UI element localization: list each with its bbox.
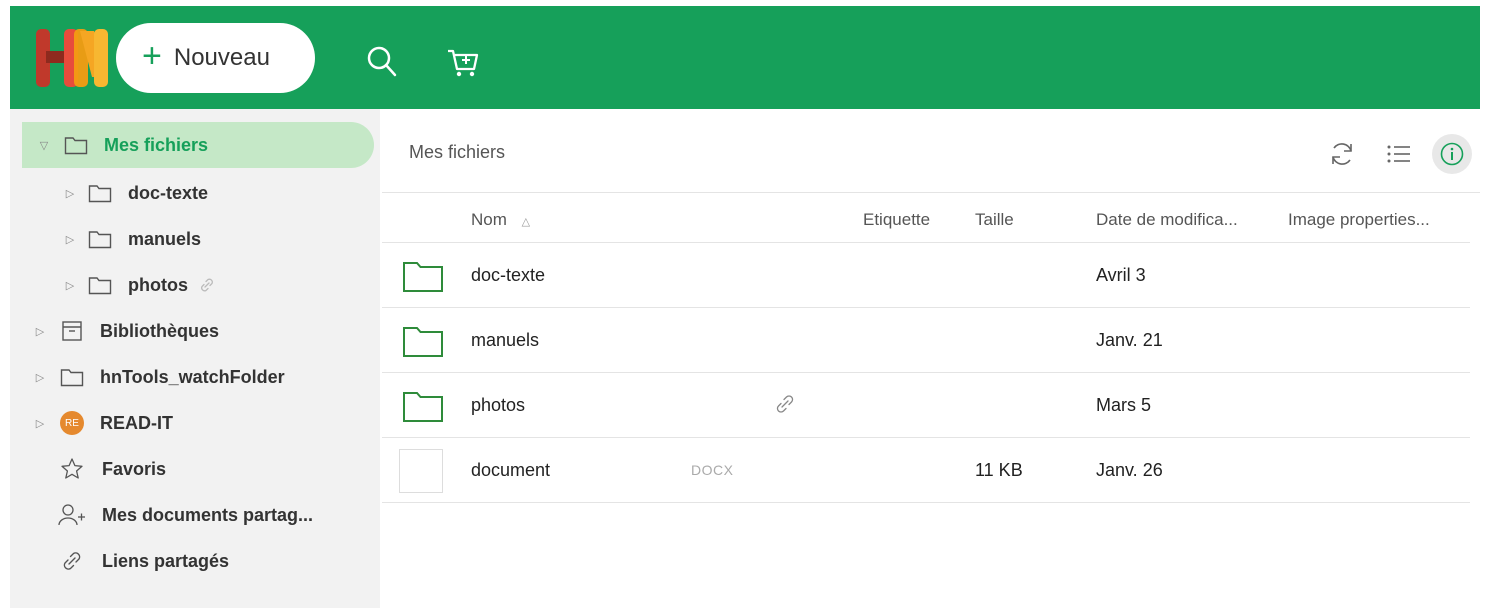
column-date[interactable]: Date de modifica... bbox=[1096, 210, 1238, 230]
column-image-properties[interactable]: Image properties... bbox=[1288, 210, 1430, 230]
sidebar-item-label: photos bbox=[128, 274, 188, 295]
chevron-down-icon[interactable]: ▽ bbox=[36, 139, 52, 152]
folder-icon bbox=[402, 389, 444, 428]
list-view-icon[interactable] bbox=[1379, 134, 1419, 174]
refresh-icon[interactable] bbox=[1322, 134, 1362, 174]
new-button-label: Nouveau bbox=[173, 44, 270, 71]
chevron-right-icon[interactable]: ▷ bbox=[32, 417, 48, 430]
folder-icon bbox=[62, 135, 90, 155]
table-row[interactable]: photos Mars 5 bbox=[382, 373, 1470, 438]
sidebar-item-liens-partages[interactable]: Liens partagés bbox=[58, 539, 229, 583]
folder-icon bbox=[402, 259, 444, 298]
cart-icon[interactable] bbox=[443, 42, 483, 82]
row-date: Avril 3 bbox=[1096, 265, 1146, 285]
star-icon bbox=[58, 457, 86, 481]
sidebar-item-label: Mes documents partag... bbox=[102, 504, 314, 525]
table-row[interactable]: manuels Janv. 21 bbox=[382, 308, 1470, 373]
row-date: Mars 5 bbox=[1096, 395, 1152, 415]
sidebar-item-label: doc-texte bbox=[128, 182, 209, 203]
link-icon bbox=[58, 549, 86, 573]
row-name[interactable]: document bbox=[471, 460, 550, 481]
chevron-right-icon[interactable]: ▷ bbox=[62, 233, 78, 246]
folder-icon bbox=[86, 229, 114, 249]
sidebar-item-mes-fichiers[interactable]: ▽ Mes fichiers bbox=[22, 122, 374, 168]
sidebar-item-label: Bibliothèques bbox=[100, 320, 220, 341]
sidebar-item-label: READ-IT bbox=[100, 412, 173, 433]
column-size[interactable]: Taille bbox=[975, 210, 1014, 230]
row-name[interactable]: photos bbox=[471, 395, 525, 416]
sidebar-item-label: Favoris bbox=[102, 458, 167, 479]
row-date: Janv. 21 bbox=[1096, 330, 1163, 350]
column-tag[interactable]: Etiquette bbox=[863, 210, 930, 230]
column-name[interactable]: Nom △ bbox=[471, 210, 530, 230]
file-thumbnail bbox=[399, 449, 443, 493]
column-name-label: Nom bbox=[471, 210, 507, 229]
archive-icon bbox=[58, 320, 86, 342]
sort-ascending-icon[interactable]: △ bbox=[522, 216, 530, 228]
sidebar-item-label: Liens partagés bbox=[102, 550, 230, 571]
chevron-right-icon[interactable]: ▷ bbox=[32, 371, 48, 384]
info-icon[interactable] bbox=[1432, 134, 1472, 174]
sidebar-item-manuels[interactable]: ▷ manuels bbox=[62, 217, 201, 261]
sidebar-item-read-it[interactable]: ▷ RE READ-IT bbox=[32, 401, 173, 445]
row-extension: DOCX bbox=[691, 462, 734, 478]
sidebar-item-photos[interactable]: ▷ photos bbox=[62, 263, 216, 307]
sidebar-item-bibliotheques[interactable]: ▷ Bibliothèques bbox=[32, 309, 219, 353]
new-button[interactable]: + Nouveau bbox=[116, 23, 315, 93]
sidebar-item-favoris[interactable]: Favoris bbox=[58, 447, 166, 491]
folder-icon bbox=[86, 275, 114, 295]
sidebar-item-label: manuels bbox=[128, 228, 202, 249]
breadcrumb: Mes fichiers bbox=[382, 109, 1480, 193]
app-logo[interactable] bbox=[36, 25, 112, 89]
folder-icon bbox=[58, 367, 86, 387]
chevron-right-icon[interactable]: ▷ bbox=[62, 187, 78, 200]
row-name[interactable]: doc-texte bbox=[471, 265, 545, 286]
sidebar-item-label: Mes fichiers bbox=[104, 134, 209, 155]
avatar: RE bbox=[60, 411, 84, 435]
table-header: Nom △ Etiquette Taille Date de modifica.… bbox=[382, 193, 1470, 243]
chevron-right-icon[interactable]: ▷ bbox=[62, 279, 78, 292]
folder-icon bbox=[86, 183, 114, 203]
row-size: 11 KB bbox=[975, 460, 1023, 480]
top-bar: + Nouveau bbox=[10, 6, 1480, 109]
sidebar-item-hntools-watchfolder[interactable]: ▷ hnTools_watchFolder bbox=[32, 355, 285, 399]
chevron-right-icon[interactable]: ▷ bbox=[32, 325, 48, 338]
table-row[interactable]: doc-texte Avril 3 bbox=[382, 243, 1470, 308]
search-icon[interactable] bbox=[362, 42, 402, 82]
breadcrumb-current[interactable]: Mes fichiers bbox=[409, 142, 505, 163]
link-icon bbox=[198, 276, 216, 294]
link-icon[interactable] bbox=[774, 393, 796, 420]
plus-icon: + bbox=[142, 37, 162, 75]
row-date: Janv. 26 bbox=[1096, 460, 1163, 480]
add-user-icon bbox=[58, 503, 86, 527]
sidebar-item-label: hnTools_watchFolder bbox=[100, 366, 285, 387]
row-name[interactable]: manuels bbox=[471, 330, 539, 351]
folder-icon bbox=[402, 324, 444, 363]
sidebar-item-doc-texte[interactable]: ▷ doc-texte bbox=[62, 171, 208, 215]
table-row[interactable]: document DOCX 11 KB Janv. 26 bbox=[382, 438, 1470, 503]
sidebar: ▽ Mes fichiers ▷ doc-texte ▷ manuels ▷ p… bbox=[10, 109, 380, 608]
main-panel: Mes fichiers Nom △ Etiquette Taille Date… bbox=[382, 109, 1480, 608]
sidebar-item-mes-documents-partages[interactable]: Mes documents partag... bbox=[58, 493, 313, 537]
